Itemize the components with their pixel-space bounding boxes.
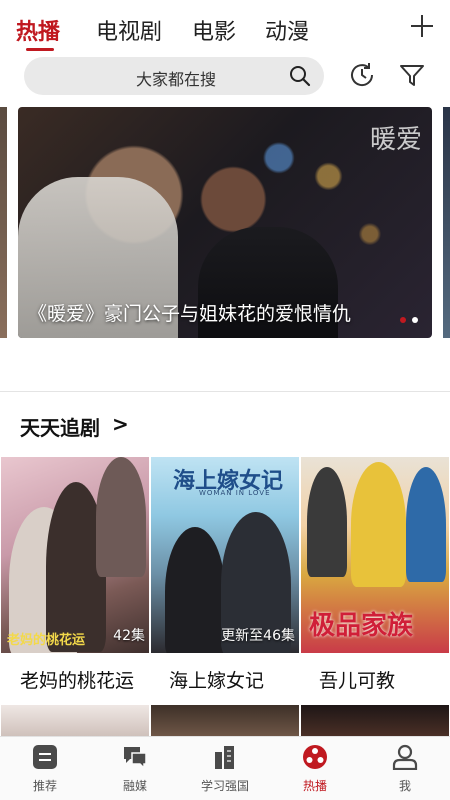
- poster-figure: [406, 467, 446, 582]
- nav-item-hot[interactable]: 热播: [270, 737, 360, 800]
- drama-title[interactable]: 吾儿可教: [319, 666, 395, 693]
- drama-poster-peek[interactable]: [151, 705, 299, 736]
- section-more-arrow[interactable]: >: [112, 412, 129, 436]
- search-placeholder: 大家都在搜: [136, 70, 217, 89]
- nav-item-recommend[interactable]: 推荐: [0, 737, 90, 800]
- drama-poster[interactable]: 极品家族: [301, 457, 449, 653]
- drama-poster[interactable]: 老妈的桃花运 42集: [1, 457, 149, 653]
- section-divider: [0, 391, 450, 392]
- filter-icon[interactable]: [398, 61, 426, 89]
- drama-poster[interactable]: 海上嫁女记 WOMAN IN LOVE 更新至46集: [151, 457, 299, 653]
- chat-icon: [124, 747, 147, 770]
- carousel-indicator: [400, 317, 418, 323]
- poster-figure: [307, 467, 347, 577]
- film-reel-icon: [303, 745, 327, 769]
- featured-banner[interactable]: 暖爱 《暖爱》豪门公子与姐妹花的爱恨情仇: [18, 107, 432, 338]
- carousel-dot: [412, 317, 418, 323]
- banner-caption: 《暖爱》豪门公子与姐妹花的爱恨情仇: [28, 303, 352, 325]
- banner-show-logo: 暖爱: [369, 125, 422, 155]
- next-banner-peek[interactable]: [443, 107, 450, 338]
- section-title[interactable]: 天天追剧: [20, 412, 100, 441]
- plus-icon: [411, 15, 433, 37]
- building-icon: [215, 746, 234, 769]
- add-channel-button[interactable]: [408, 12, 436, 40]
- tab-movies[interactable]: 电影: [192, 14, 236, 46]
- history-icon[interactable]: [348, 61, 376, 89]
- nav-label: 热播: [302, 779, 327, 793]
- poster-subtitle: WOMAN IN LOVE: [199, 489, 271, 497]
- poster-title-art: 老妈的桃花运: [7, 633, 86, 648]
- previous-banner-peek[interactable]: [0, 107, 7, 338]
- tab-anime[interactable]: 动漫: [265, 14, 309, 46]
- top-tab-bar: 热播 电视剧 电影 动漫: [0, 0, 450, 56]
- tab-tv-series[interactable]: 电视剧: [96, 14, 162, 46]
- search-icon[interactable]: [289, 65, 311, 87]
- carousel-dot-active: [400, 317, 406, 323]
- poster-figure: [351, 462, 406, 587]
- poster-figure: [96, 457, 146, 577]
- bottom-navigation: 推荐 融媒 学习强国 热播 我: [0, 736, 450, 800]
- search-bar[interactable]: 大家都在搜: [24, 57, 324, 95]
- nav-label: 融媒: [122, 779, 147, 793]
- poster-figure: [165, 527, 225, 653]
- active-tab-underline: [26, 48, 54, 51]
- nav-item-media[interactable]: 融媒: [90, 737, 180, 800]
- tab-hot[interactable]: 热播: [16, 14, 60, 46]
- nav-item-study[interactable]: 学习强国: [180, 737, 270, 800]
- nav-label: 学习强国: [200, 779, 249, 793]
- episode-count: 42集: [113, 628, 145, 644]
- drama-title[interactable]: 海上嫁女记: [169, 666, 264, 693]
- drama-poster-peek[interactable]: [301, 705, 449, 736]
- nav-item-me[interactable]: 我: [360, 737, 450, 800]
- nav-label: 推荐: [32, 779, 57, 793]
- nav-label: 我: [398, 779, 411, 793]
- list-icon: [33, 745, 57, 769]
- drama-title[interactable]: 老妈的桃花运: [20, 666, 134, 693]
- poster-title-art: 极品家族: [309, 611, 414, 641]
- drama-poster-peek[interactable]: [1, 705, 149, 736]
- person-icon: [392, 744, 418, 770]
- episode-count: 更新至46集: [221, 628, 295, 644]
